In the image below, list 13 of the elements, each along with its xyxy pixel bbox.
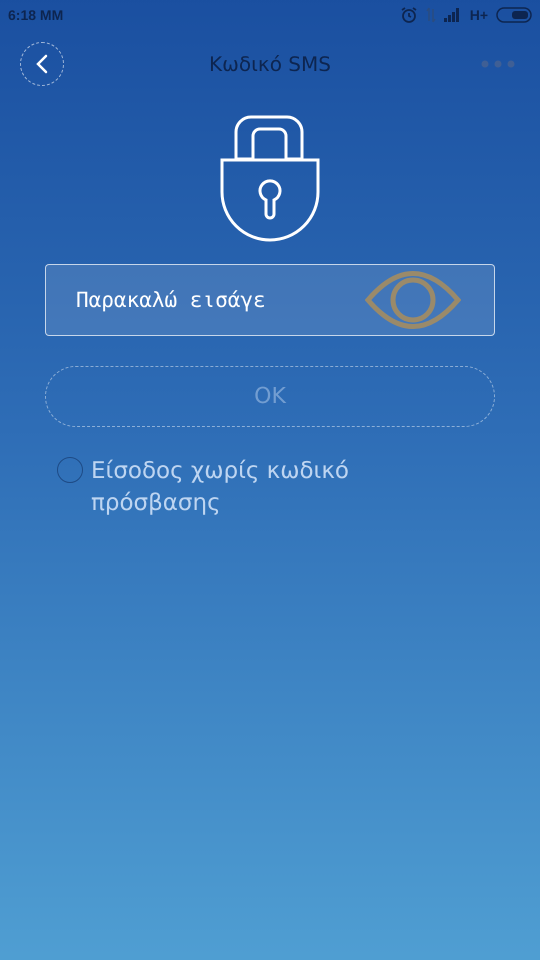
passwordless-login-label: Είσοδος χωρίς κωδικό πρόσβασης	[91, 457, 350, 518]
sms-code-field[interactable]: Παρακαλώ εισάγε	[45, 264, 495, 336]
battery-icon	[496, 7, 532, 23]
alarm-clock-icon	[400, 6, 418, 24]
more-icon	[481, 60, 515, 68]
chevron-left-icon	[35, 54, 49, 74]
page-title: Κωδικό SMS	[208, 52, 332, 76]
data-arrows-icon	[426, 7, 436, 23]
status-time: 6:18 MM	[8, 7, 64, 23]
signal-icon	[444, 8, 462, 22]
radio-button[interactable]	[57, 457, 83, 483]
back-button[interactable]	[20, 42, 64, 86]
network-type: H+	[470, 7, 488, 23]
